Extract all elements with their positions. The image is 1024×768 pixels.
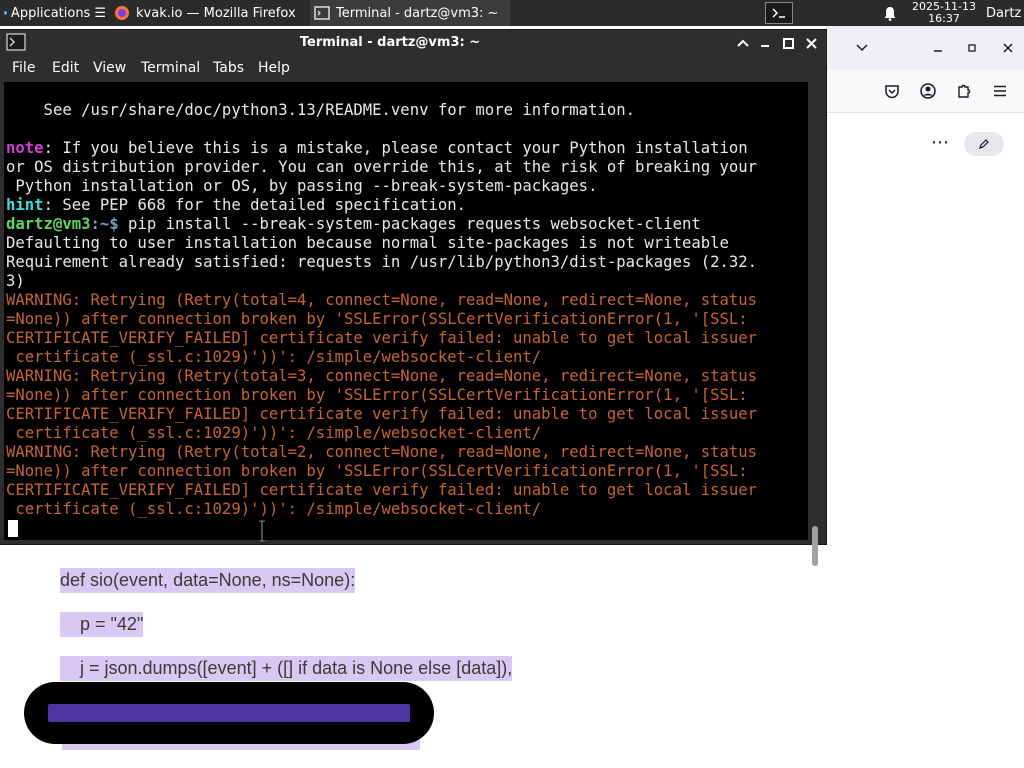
note-label: note xyxy=(6,139,44,157)
account-icon xyxy=(920,83,936,99)
taskbar-firefox[interactable]: kvak.io — Mozilla Firefox xyxy=(110,0,306,26)
xfce-mouse-icon xyxy=(3,11,7,16)
menu-help[interactable]: Help xyxy=(258,56,290,80)
more-options-button[interactable]: ⋯ xyxy=(928,130,952,154)
firefox-window: ⋯ xyxy=(826,26,1024,768)
maximize-icon xyxy=(968,44,976,52)
applications-menu-button[interactable]: Applications ☰ xyxy=(0,0,106,26)
output-line: 3) xyxy=(6,272,25,290)
text-cursor-icon xyxy=(259,520,265,542)
terminal-title: Terminal - dartz@vm3: ~ xyxy=(299,35,481,50)
minimize-icon xyxy=(934,50,942,52)
clock-time: 16:37 xyxy=(928,12,960,25)
close-icon xyxy=(805,37,817,49)
firefox-tabbar xyxy=(826,26,1024,70)
output-line: Python installation or OS, by passing --… xyxy=(6,177,598,195)
output-line: : See PEP 668 for the detailed specifica… xyxy=(43,196,467,214)
shade-button[interactable] xyxy=(732,32,754,54)
code-line-j[interactable]: j = json.dumps([event] + ([] if data is … xyxy=(60,656,513,681)
pencil-icon xyxy=(979,139,989,149)
account-button[interactable] xyxy=(916,79,940,103)
menu-tabs[interactable]: Tabs xyxy=(213,56,244,80)
warning-block: WARNING: Retrying (Retry(total=2, connec… xyxy=(6,443,758,518)
hint-label: hint xyxy=(6,196,44,214)
puzzle-icon xyxy=(958,84,971,98)
output-line: Defaulting to user installation because … xyxy=(6,234,729,252)
prompt-user: dartz@vm3 xyxy=(6,215,91,233)
terminal-menubar: File Edit View Terminal Tabs Help xyxy=(0,56,826,80)
menu-file[interactable]: File xyxy=(12,56,35,80)
ellipsis-icon: ⋯ xyxy=(931,131,949,153)
terminal-window: Terminal - dartz@vm3: ~ File Edit View T… xyxy=(0,30,826,566)
output-line: Requirement already satisfied: requests … xyxy=(6,253,758,271)
minimize-button[interactable] xyxy=(754,32,776,54)
close-button[interactable] xyxy=(998,36,1018,60)
floating-toolbar[interactable] xyxy=(24,682,434,744)
close-icon xyxy=(1003,43,1013,53)
link-button[interactable] xyxy=(964,132,1004,156)
prompt-path: :~$ xyxy=(90,215,119,233)
menu-arrow-icon: ☰ xyxy=(94,5,106,21)
extensions-button[interactable] xyxy=(952,79,976,103)
terminal-cursor xyxy=(8,520,18,537)
taskbar-firefox-label: kvak.io — Mozilla Firefox xyxy=(136,5,296,21)
pocket-icon xyxy=(885,84,899,98)
chevron-down-icon xyxy=(856,44,868,52)
terminal-launcher-icon xyxy=(772,8,785,18)
app-menu-button[interactable] xyxy=(988,79,1012,103)
applications-label: Applications xyxy=(10,5,91,21)
user-menu[interactable]: Dartz xyxy=(986,0,1024,26)
top-panel: Applications ☰ kvak.io — Mozilla Firefox… xyxy=(0,0,1024,26)
taskbar-terminal[interactable]: Terminal - dartz@vm3: ~ xyxy=(310,0,510,26)
maximize-button[interactable] xyxy=(962,36,982,60)
panel-terminal-launcher[interactable] xyxy=(762,0,796,26)
minimize-icon xyxy=(761,45,769,47)
maximize-icon xyxy=(782,37,794,49)
output-line: : If you believe this is a mistake, plea… xyxy=(43,139,748,157)
bell-icon xyxy=(884,6,896,21)
firefox-toolbar xyxy=(826,70,1024,113)
terminal-icon xyxy=(314,6,330,20)
minimize-button[interactable] xyxy=(928,36,948,60)
hamburger-icon xyxy=(994,85,1006,97)
firefox-icon xyxy=(115,6,129,20)
warning-block: WARNING: Retrying (Retry(total=3, connec… xyxy=(6,367,758,442)
output-line: See /usr/share/doc/python3.13/README.ven… xyxy=(6,101,636,119)
warning-block: WARNING: Retrying (Retry(total=4, connec… xyxy=(6,291,758,366)
maximize-button[interactable] xyxy=(777,32,799,54)
taskbar-terminal-label: Terminal - dartz@vm3: ~ xyxy=(336,5,499,21)
output-line: or OS distribution provider. You can ove… xyxy=(6,158,758,176)
toolbar-highlight xyxy=(48,704,410,722)
command-text: pip install --break-system-packages requ… xyxy=(118,215,701,233)
terminal-titlebar[interactable]: Terminal - dartz@vm3: ~ xyxy=(0,30,826,56)
menu-view[interactable]: View xyxy=(93,56,126,80)
close-button[interactable] xyxy=(800,32,822,54)
code-line-def[interactable]: def sio(event, data=None, ns=None): xyxy=(60,568,356,593)
notifications-button[interactable] xyxy=(880,0,900,26)
menu-terminal[interactable]: Terminal xyxy=(141,56,200,80)
scrollbar-thumb[interactable] xyxy=(812,526,818,566)
chevron-up-icon xyxy=(737,39,749,47)
list-all-tabs-button[interactable] xyxy=(852,36,872,60)
code-line-p[interactable]: p = "42" xyxy=(60,612,144,637)
menu-edit[interactable]: Edit xyxy=(52,56,79,80)
terminal-output[interactable]: See /usr/share/doc/python3.13/README.ven… xyxy=(4,82,808,540)
pocket-button[interactable] xyxy=(880,79,904,103)
clock[interactable]: 2025-11-13 16:37 xyxy=(904,0,984,26)
terminal-text: See /usr/share/doc/python3.13/README.ven… xyxy=(4,101,757,519)
terminal-scrollbar[interactable] xyxy=(808,82,824,566)
user-name: Dartz xyxy=(986,5,1022,21)
